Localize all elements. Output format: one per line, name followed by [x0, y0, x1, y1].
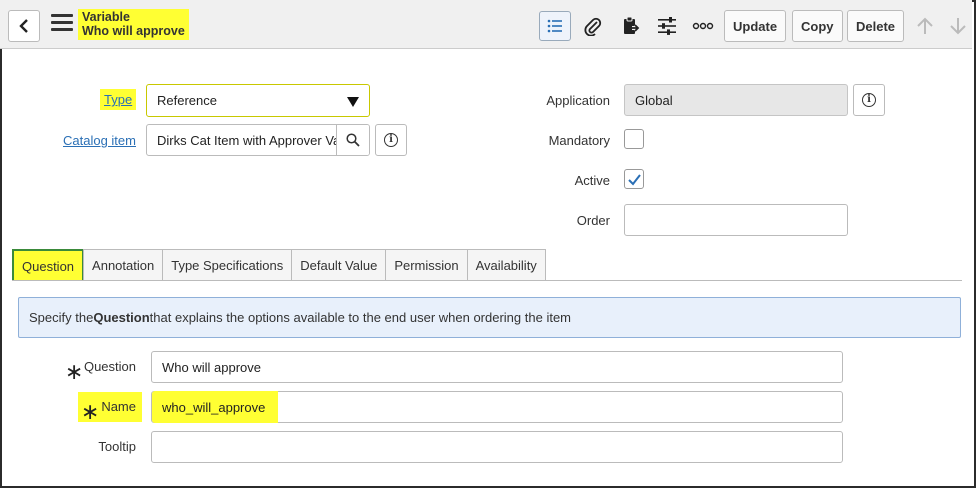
catalog-item-label-wrap: Catalog item	[63, 133, 136, 148]
mandatory-checkbox[interactable]	[624, 129, 644, 149]
copy-button[interactable]: Copy	[792, 10, 843, 42]
delete-button[interactable]: Delete	[847, 10, 905, 42]
tooltip-label: Tooltip	[98, 439, 136, 454]
catalog-item-info-button[interactable]: i	[375, 124, 407, 156]
record-type-label: Variable	[82, 10, 130, 24]
form-header: Variable Who will approve Update Copy De…	[0, 0, 972, 49]
tab-divider	[12, 280, 962, 281]
previous-record-button[interactable]	[914, 11, 936, 41]
tooltip-input[interactable]	[151, 431, 843, 463]
question-label: Question	[83, 359, 136, 374]
update-button[interactable]: Update	[724, 10, 787, 42]
application-label: Application	[546, 93, 610, 108]
application-field: Global	[624, 84, 848, 116]
tab-permission[interactable]: Permission	[385, 249, 468, 281]
application-info-button[interactable]: i	[853, 84, 885, 116]
template-button[interactable]	[619, 11, 643, 41]
catalog-item-label[interactable]: Catalog item	[63, 133, 136, 148]
type-label[interactable]: Type	[104, 92, 132, 107]
personalize-form-button[interactable]	[655, 11, 679, 41]
list-icon	[547, 19, 562, 33]
info-prefix: Specify the	[29, 310, 94, 325]
clipboard-export-icon	[624, 16, 641, 34]
tab-annotation[interactable]: Annotation	[83, 249, 164, 281]
order-input[interactable]	[624, 204, 848, 236]
record-title: Variable Who will approve	[78, 9, 189, 40]
application-value: Global	[635, 92, 673, 108]
arrow-up-icon	[917, 17, 933, 34]
active-label: Active	[574, 173, 610, 188]
section-info-message: Specify the Question that explains the o…	[18, 297, 961, 338]
info-bold: Question	[93, 310, 150, 325]
mandatory-label: Mandatory	[548, 133, 610, 148]
more-options-button[interactable]	[691, 11, 715, 41]
type-label-highlight: Type	[100, 89, 137, 110]
tab-availability[interactable]: Availability	[466, 249, 546, 281]
info-suffix: that explains the options available to t…	[149, 310, 571, 325]
chevron-left-icon	[19, 19, 28, 33]
sliders-icon	[658, 17, 676, 35]
info-icon: i	[384, 133, 398, 147]
hamburger-menu-icon[interactable]	[51, 14, 73, 36]
paperclip-icon	[584, 17, 602, 36]
back-button[interactable]	[8, 10, 40, 42]
active-checkbox[interactable]	[624, 169, 644, 189]
order-label: Order	[576, 213, 610, 228]
attachment-button[interactable]	[581, 11, 605, 41]
name-value: who_will_approve	[152, 391, 278, 423]
catalog-item-value: Dirks Cat Item with Approver Va	[157, 132, 341, 148]
section-tabs: Question Annotation Type Specifications …	[12, 249, 546, 281]
tab-default-value[interactable]: Default Value	[291, 249, 387, 281]
name-input[interactable]: who_will_approve	[151, 391, 843, 423]
tab-type-specifications[interactable]: Type Specifications	[162, 249, 293, 281]
tab-question[interactable]: Question	[12, 249, 85, 281]
more-icon	[692, 22, 714, 30]
list-view-button[interactable]	[539, 11, 571, 41]
type-value: Reference	[157, 93, 217, 108]
type-select[interactable]: Reference	[146, 84, 370, 117]
name-label: Name	[101, 399, 136, 414]
caret-down-icon	[347, 97, 359, 107]
catalog-item-lookup-button[interactable]	[336, 125, 369, 155]
next-record-button[interactable]	[947, 11, 969, 41]
search-icon	[346, 133, 360, 147]
checkmark-icon	[628, 174, 641, 186]
info-icon: i	[862, 93, 876, 107]
arrow-down-icon	[950, 18, 966, 35]
catalog-item-input[interactable]: Dirks Cat Item with Approver Va	[146, 124, 370, 156]
question-input[interactable]: Who will approve	[151, 351, 843, 383]
question-value: Who will approve	[162, 359, 261, 375]
record-name-label: Who will approve	[82, 24, 185, 38]
